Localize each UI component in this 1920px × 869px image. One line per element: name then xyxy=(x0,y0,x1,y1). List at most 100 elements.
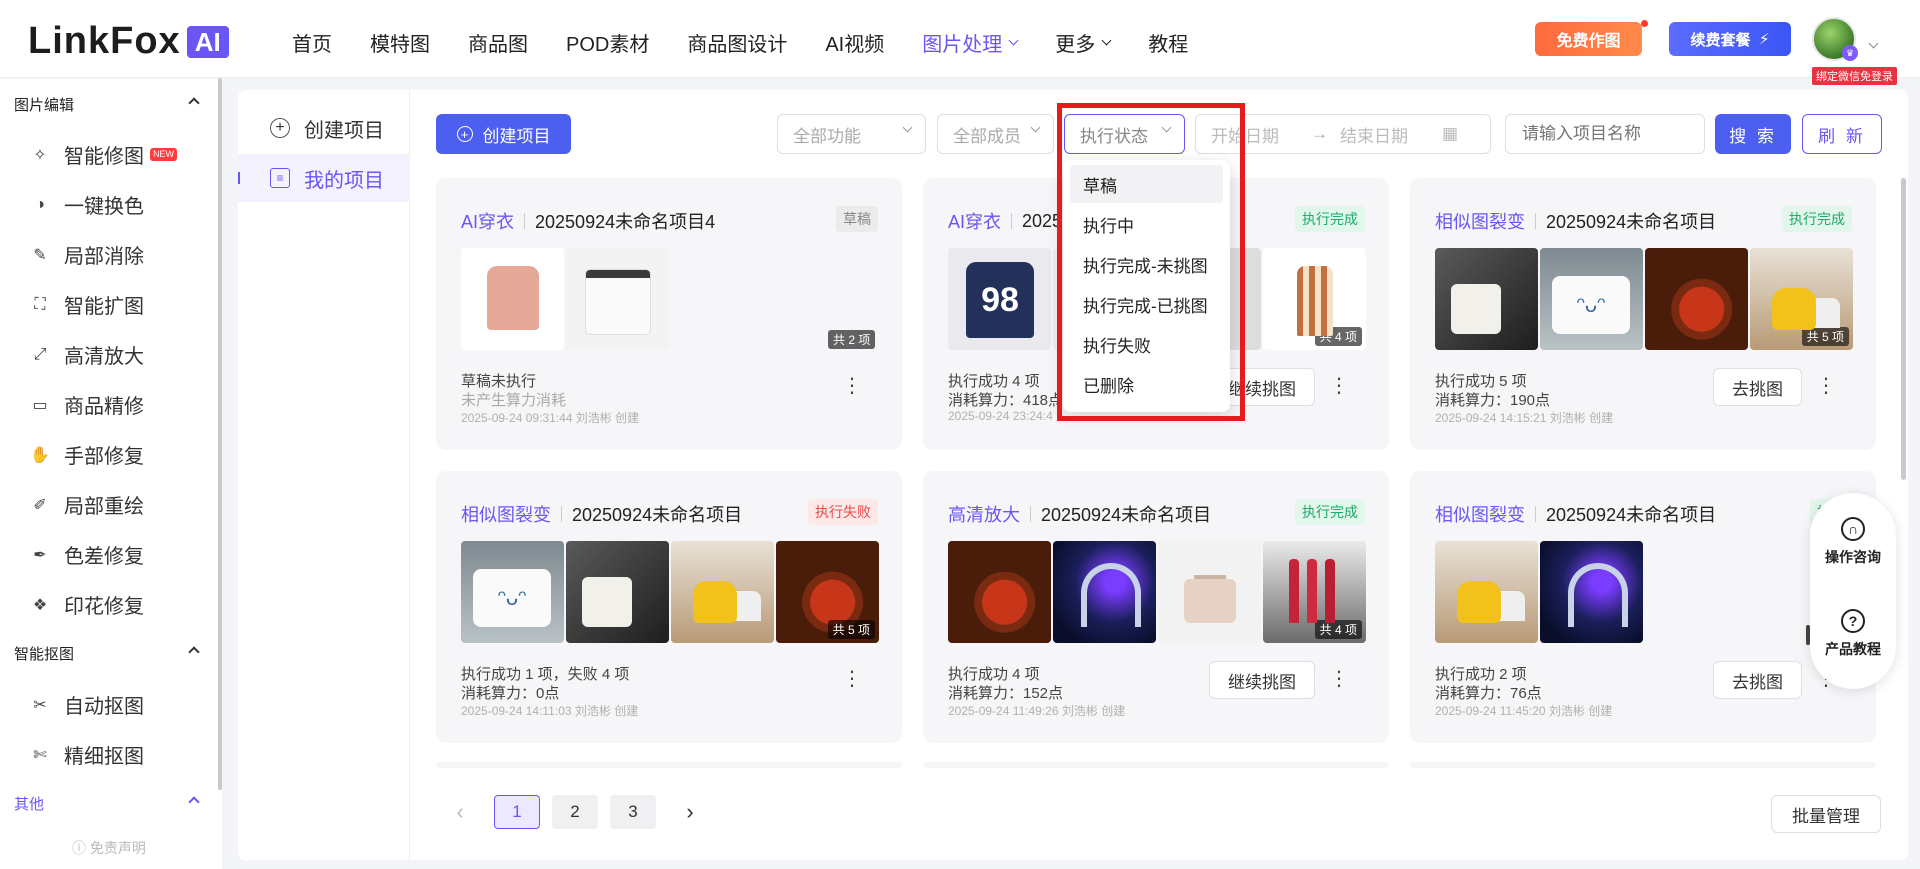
project-card[interactable]: 相似图裂变 20250924未命名项目 执行失败 共 5 项 执行成功 1 项，失… xyxy=(436,471,902,743)
refresh-button[interactable]: 刷 新 xyxy=(1802,114,1882,154)
logo-text: LinkFox xyxy=(28,20,181,62)
consult-button[interactable]: ∩ 操作咨询 xyxy=(1810,517,1896,567)
batch-manage-button[interactable]: 批量管理 xyxy=(1771,795,1881,833)
thumbnail-image[interactable] xyxy=(566,541,669,643)
prev-page-button[interactable]: ‹ xyxy=(445,795,475,829)
thumbnail-image[interactable] xyxy=(461,248,564,350)
more-options-icon[interactable]: ⋮ xyxy=(842,669,862,689)
tutorial-button[interactable]: ? 产品教程 xyxy=(1810,609,1896,659)
nav-tutorial[interactable]: 教程 xyxy=(1148,28,1188,57)
project-subnav: + 创建项目 ≡ 我的项目 xyxy=(238,90,410,860)
project-type-link[interactable]: AI穿衣 xyxy=(461,208,514,234)
thumbnail-image[interactable]: 共 4 项 xyxy=(1263,541,1366,643)
renew-plan-button[interactable]: 续费套餐 ⚡ xyxy=(1669,22,1791,56)
logo[interactable]: LinkFox AI xyxy=(28,20,229,63)
project-type-link[interactable]: 高清放大 xyxy=(948,501,1020,527)
project-card[interactable]: 相似图裂变 20250924未命名项目 执行完成 共 5 项 执行成功 5 项 消… xyxy=(1410,178,1876,450)
project-card[interactable]: AI穿衣 20250924未命名项目4 草稿 共 2 项 草稿未执行 未产生算力消… xyxy=(436,178,902,450)
nav-pod-assets[interactable]: POD素材 xyxy=(566,28,649,57)
thumbnail-image[interactable] xyxy=(948,248,1051,350)
project-type-link[interactable]: 相似图裂变 xyxy=(1435,501,1525,527)
retouch-icon: ▭ xyxy=(32,396,48,414)
thumbnail-image[interactable] xyxy=(1540,541,1643,643)
sidebar-item-hd-upscale[interactable]: ⤢ 高清放大 xyxy=(30,340,144,369)
go-pick-button[interactable]: 去挑图 xyxy=(1713,368,1802,406)
item-count-badge: 共 5 项 xyxy=(1801,327,1849,346)
chevron-down-icon xyxy=(1008,35,1019,45)
project-name-input[interactable] xyxy=(1505,114,1705,154)
nav-more[interactable]: 更多 xyxy=(1055,28,1112,57)
content-scrollbar[interactable] xyxy=(1901,178,1906,480)
continue-pick-button[interactable]: 继续挑图 xyxy=(1209,661,1315,699)
sidebar-scrollbar[interactable] xyxy=(218,78,222,790)
sidebar-item-auto-cutout[interactable]: ✂ 自动抠图 xyxy=(30,690,144,719)
sidebar-item-color-swap[interactable]: ◑ 一键换色 xyxy=(30,190,144,219)
sidebar-item-hand-repair[interactable]: ✋ 手部修复 xyxy=(30,440,144,469)
filter-function-select[interactable]: 全部功能 xyxy=(777,114,926,154)
fine-cutout-icon: ✄ xyxy=(33,746,47,764)
more-options-icon[interactable]: ⋮ xyxy=(1816,376,1836,396)
thumbnail-image[interactable] xyxy=(1435,541,1538,643)
sidebar-item-partial-redraw[interactable]: ✐ 局部重绘 xyxy=(30,490,144,519)
sidebar-item-smart-expand[interactable]: ⛶ 智能扩图 xyxy=(30,290,144,319)
plus-circle-icon: + xyxy=(270,118,290,138)
page-3-button[interactable]: 3 xyxy=(610,795,656,829)
sidebar-item-print-repair[interactable]: ❖ 印花修复 xyxy=(30,590,144,619)
created-meta: 2025-09-24 11:49:26 刘浩彬 创建 xyxy=(948,704,1126,718)
nav-ai-video[interactable]: AI视频 xyxy=(825,28,884,57)
subnav-my-projects[interactable]: ≡ 我的项目 xyxy=(238,154,410,202)
thumbnail-image[interactable] xyxy=(1540,248,1643,350)
sidebar-group-other[interactable]: 其他 xyxy=(14,793,200,814)
item-count-badge: 共 2 项 xyxy=(828,330,876,349)
create-project-button[interactable]: + 创建项目 xyxy=(436,114,571,154)
chevron-down-icon[interactable] xyxy=(1862,34,1879,52)
sidebar-group-cutout[interactable]: 智能抠图 xyxy=(14,643,200,664)
go-pick-button[interactable]: 去挑图 xyxy=(1713,661,1802,699)
project-type-link[interactable]: 相似图裂变 xyxy=(461,501,551,527)
page-1-button[interactable]: 1 xyxy=(494,795,540,829)
sidebar-group-image-edit[interactable]: 图片编辑 xyxy=(14,94,200,115)
main-nav: 首页 模特图 商品图 POD素材 商品图设计 AI视频 图片处理 更多 教程 xyxy=(292,28,1226,57)
project-card-partial xyxy=(436,762,902,768)
sidebar-item-smart-retouch[interactable]: ✧ 智能修图 NEW xyxy=(30,140,177,169)
thumbnail-image[interactable]: 共 4 项 xyxy=(1263,248,1366,350)
sidebar-item-fine-cutout[interactable]: ✄ 精细抠图 xyxy=(30,740,144,769)
thumbnail-image[interactable] xyxy=(1435,248,1538,350)
project-type-link[interactable]: 相似图裂变 xyxy=(1435,208,1525,234)
sidebar-item-color-repair[interactable]: ✒ 色差修复 xyxy=(30,540,144,569)
nav-product-photo[interactable]: 商品图 xyxy=(468,28,528,57)
thumbnail-image[interactable] xyxy=(566,248,669,350)
bind-wechat-tip[interactable]: 绑定微信免登录 xyxy=(1812,67,1897,85)
nav-image-processing[interactable]: 图片处理 xyxy=(922,28,1019,57)
search-button[interactable]: 搜 索 xyxy=(1715,114,1791,154)
sidebar-item-partial-erase[interactable]: ✎ 局部消除 xyxy=(30,240,144,269)
thumbnail-image[interactable] xyxy=(461,541,564,643)
thumbnail-image[interactable] xyxy=(1645,248,1748,350)
floating-help-panel: ∩ 操作咨询 ? 产品教程 xyxy=(1810,493,1896,689)
thumbnail-image[interactable] xyxy=(948,541,1051,643)
end-date-input[interactable]: 结束日期 xyxy=(1340,122,1408,147)
more-options-icon[interactable]: ⋮ xyxy=(1329,376,1349,396)
more-options-icon[interactable]: ⋮ xyxy=(1329,669,1349,689)
project-card[interactable]: 相似图裂变20250924未命名项目 执行 执行成功 2 项 消耗算力：76点 … xyxy=(1410,471,1876,743)
next-page-button[interactable]: › xyxy=(675,795,705,829)
project-type-link[interactable]: AI穿衣 xyxy=(948,208,1001,234)
disclaimer-link[interactable]: ⓘ 免责声明 xyxy=(72,838,146,858)
page-2-button[interactable]: 2 xyxy=(552,795,598,829)
thumbnail-image[interactable] xyxy=(671,541,774,643)
item-count-badge: 共 4 项 xyxy=(1314,327,1362,346)
sidebar-item-product-retouch[interactable]: ▭ 商品精修 xyxy=(30,390,144,419)
nav-home[interactable]: 首页 xyxy=(292,28,332,57)
subnav-create-project[interactable]: + 创建项目 xyxy=(238,104,410,152)
free-create-button[interactable]: 免费作图 xyxy=(1535,22,1642,56)
project-card[interactable]: 高清放大 20250924未命名项目 执行完成 共 4 项 执行成功 4 项 消耗… xyxy=(923,471,1389,743)
thumbnail-image[interactable] xyxy=(1053,541,1156,643)
created-meta: 2025-09-24 14:15:21 刘浩彬 创建 xyxy=(1435,411,1614,425)
thumbnail-image[interactable]: 共 5 项 xyxy=(776,541,879,643)
more-options-icon[interactable]: ⋮ xyxy=(842,376,862,396)
thumbnail-image[interactable] xyxy=(1158,541,1261,643)
filter-member-select[interactable]: 全部成员 xyxy=(937,114,1054,154)
nav-product-design[interactable]: 商品图设计 xyxy=(687,28,787,57)
nav-model-photo[interactable]: 模特图 xyxy=(370,28,430,57)
thumbnail-image[interactable]: 共 5 项 xyxy=(1750,248,1853,350)
